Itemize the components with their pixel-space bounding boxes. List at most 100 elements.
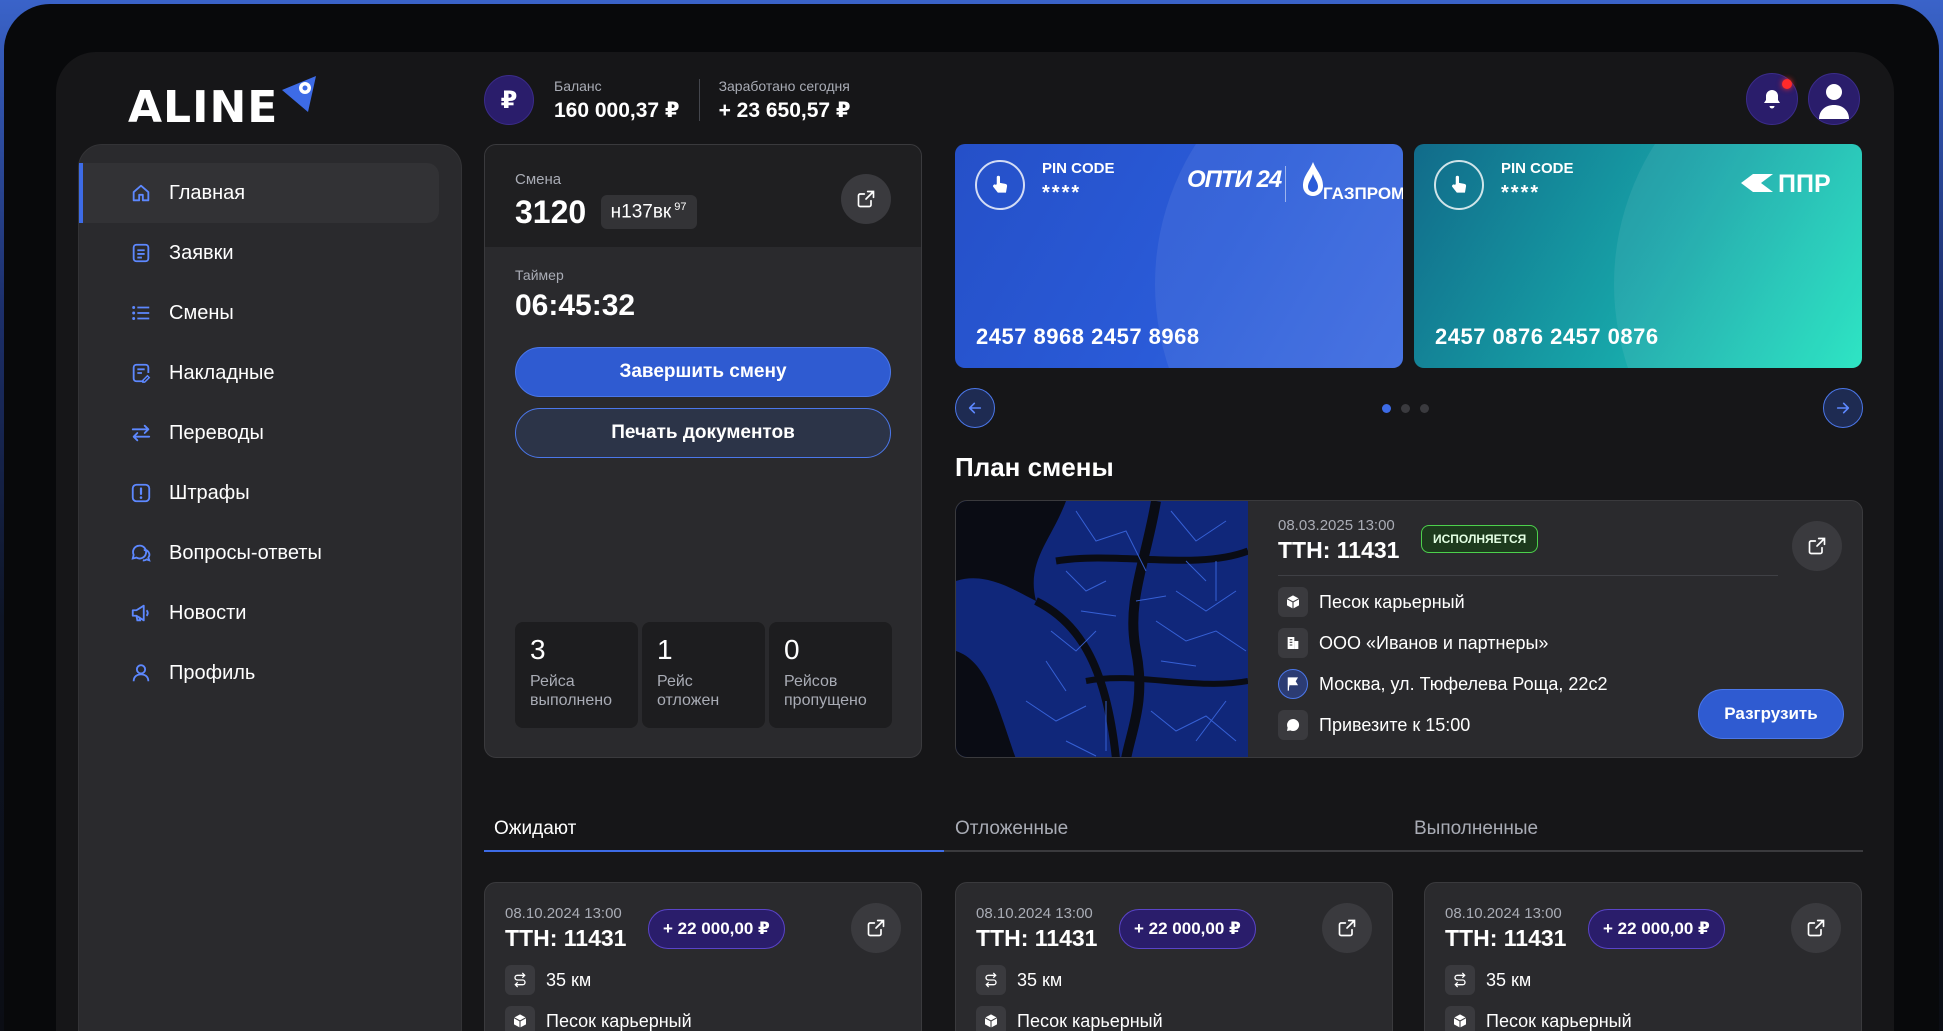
box-icon [1278, 587, 1308, 617]
arrow-right-icon [1836, 402, 1850, 414]
earned-value: + 23 650,57 ₽ [718, 98, 851, 122]
sidebar-item-label: Вопросы-ответы [169, 541, 322, 564]
brand-opti24: ОПТИ 24 [1187, 166, 1282, 193]
stat-label: Рейс отложен [657, 673, 720, 710]
avatar[interactable] [1808, 73, 1860, 125]
divider [1278, 575, 1778, 576]
carousel-dot[interactable] [1420, 404, 1429, 413]
route-map[interactable] [956, 501, 1248, 758]
open-plan-button[interactable] [1792, 521, 1842, 571]
status-badge: ИСПОЛНЯЕТСЯ [1421, 525, 1539, 553]
order-date: 08.10.2024 13:00 [505, 905, 622, 922]
touch-icon [975, 160, 1025, 210]
order-card[interactable]: 08.10.2024 13:00 ТТН: 11431 + 22 000,00 … [1424, 882, 1862, 1031]
tab-postponed[interactable]: Отложенные [955, 818, 1068, 840]
sidebar-item-transfers[interactable]: Переводы [79, 403, 439, 463]
open-shift-button[interactable] [841, 174, 891, 224]
stat-value: 3 [530, 634, 546, 665]
order-ttn: ТТН: 11431 [505, 925, 627, 951]
sidebar-item-shifts[interactable]: Смены [79, 283, 439, 343]
external-link-icon [857, 190, 875, 208]
finish-shift-button[interactable]: Завершить смену [515, 347, 891, 397]
sidebar-item-news[interactable]: Новости [79, 583, 439, 643]
brand-divider [1285, 166, 1286, 202]
external-link-icon [1808, 537, 1826, 555]
plan-date: 08.03.2025 13:00 [1278, 517, 1395, 534]
cargo-text: Песок карьерный [1017, 1010, 1163, 1031]
tab-waiting[interactable]: Ожидают [494, 818, 576, 840]
document-icon [129, 241, 153, 265]
sidebar-item-invoices[interactable]: Накладные [79, 343, 439, 403]
user-avatar-icon [1819, 84, 1849, 119]
ruble-icon: ₽ [484, 75, 534, 125]
license-plate: н137вк 97 [600, 194, 697, 229]
cargo-text: Песок карьерный [546, 1010, 692, 1031]
sidebar-item-home[interactable]: Главная [79, 163, 439, 223]
user-icon [129, 661, 153, 685]
shift-label: Смена [515, 171, 562, 188]
box-icon [976, 1006, 1006, 1031]
unload-button[interactable]: Разгрузить [1698, 689, 1844, 739]
order-card[interactable]: 08.10.2024 13:00 ТТН: 11431 + 22 000,00 … [955, 882, 1393, 1031]
address-text: Москва, ул. Тюфелева Роща, 22с2 [1319, 673, 1608, 694]
order-sum-badge: + 22 000,00 ₽ [1588, 909, 1725, 949]
home-icon [129, 181, 153, 205]
sidebar-item-fines[interactable]: Штрафы [79, 463, 439, 523]
earned-label: Заработано сегодня [718, 77, 850, 94]
brand-ppr: ППР [1778, 170, 1831, 198]
notification-dot [1782, 79, 1792, 89]
fuel-card[interactable]: PIN CODE **** ППР 2457 0876 2457 0876 [1414, 144, 1862, 368]
list-icon [129, 301, 153, 325]
card-number: 2457 0876 2457 0876 [1435, 324, 1659, 349]
stat-label: Рейса выполнено [530, 673, 613, 710]
note-text: Привезите к 15:00 [1319, 714, 1471, 735]
sidebar-item-label: Профиль [169, 661, 256, 684]
logo-pin-icon [282, 76, 316, 112]
pin-label: PIN CODE [1501, 160, 1574, 177]
stat-postponed: 1 Рейс отложен [642, 622, 765, 728]
print-documents-button[interactable]: Печать документов [515, 408, 891, 458]
notifications-button[interactable] [1746, 73, 1798, 125]
plan-card: 08.03.2025 13:00 ТТН: 11431 ИСПОЛНЯЕТСЯ … [955, 500, 1863, 758]
timer-label: Таймер [515, 267, 564, 283]
order-card[interactable]: 08.10.2024 13:00 ТТН: 11431 + 22 000,00 … [484, 882, 922, 1031]
device-frame: ALINE ₽ Баланс 160 000,37 ₽ Заработано с… [4, 4, 1939, 1031]
open-order-button[interactable] [1791, 903, 1841, 953]
sidebar-item-profile[interactable]: Профиль [79, 643, 439, 703]
active-tab-indicator [484, 850, 944, 852]
timer-block: Таймер 06:45:32 [515, 267, 635, 323]
cargo-row: Песок карьерный [1278, 587, 1465, 617]
fuel-card[interactable]: PIN CODE **** ОПТИ 24 ГАЗПРОМ 2457 8968 … [955, 144, 1403, 368]
open-order-button[interactable] [1322, 903, 1372, 953]
tab-completed[interactable]: Выполненные [1414, 818, 1538, 840]
open-order-button[interactable] [851, 903, 901, 953]
company-text: ООО «Иванов и партнеры» [1319, 632, 1549, 653]
stat-value: 0 [784, 634, 800, 665]
carousel-dot[interactable] [1401, 404, 1410, 413]
carousel-dots [1382, 404, 1429, 413]
distance-row: 35 км [976, 965, 1062, 995]
order-date: 08.10.2024 13:00 [976, 905, 1093, 922]
pin-label: PIN CODE [1042, 160, 1115, 177]
carousel-next-button[interactable] [1823, 388, 1863, 428]
sidebar-item-requests[interactable]: Заявки [79, 223, 439, 283]
external-link-icon [1807, 919, 1825, 937]
distance-text: 35 км [546, 969, 592, 990]
distance-text: 35 км [1486, 969, 1532, 990]
sidebar-item-faq[interactable]: Вопросы-ответы [79, 523, 439, 583]
sidebar: Главная Заявки Смены Накладные Переводы [78, 144, 462, 1031]
sidebar-item-label: Штрафы [169, 481, 250, 504]
cargo-text: Песок карьерный [1319, 591, 1465, 612]
carousel-prev-button[interactable] [955, 388, 995, 428]
cargo-text: Песок карьерный [1486, 1010, 1632, 1031]
external-link-icon [1338, 919, 1356, 937]
brand-gazprom: ГАЗПРОМ [1323, 184, 1403, 203]
stat-value: 1 [657, 634, 673, 665]
logo[interactable]: ALINE [128, 72, 318, 133]
carousel-dot[interactable] [1382, 404, 1391, 413]
order-ttn: ТТН: 11431 [976, 925, 1098, 951]
orders-tabs: Ожидают Отложенные Выполненные [484, 812, 1863, 852]
shift-stats: 3 Рейса выполнено 1 Рейс отложен 0 Рейсо… [515, 622, 892, 728]
shift-number: 3120 [515, 194, 587, 230]
sidebar-item-label: Переводы [169, 421, 264, 444]
